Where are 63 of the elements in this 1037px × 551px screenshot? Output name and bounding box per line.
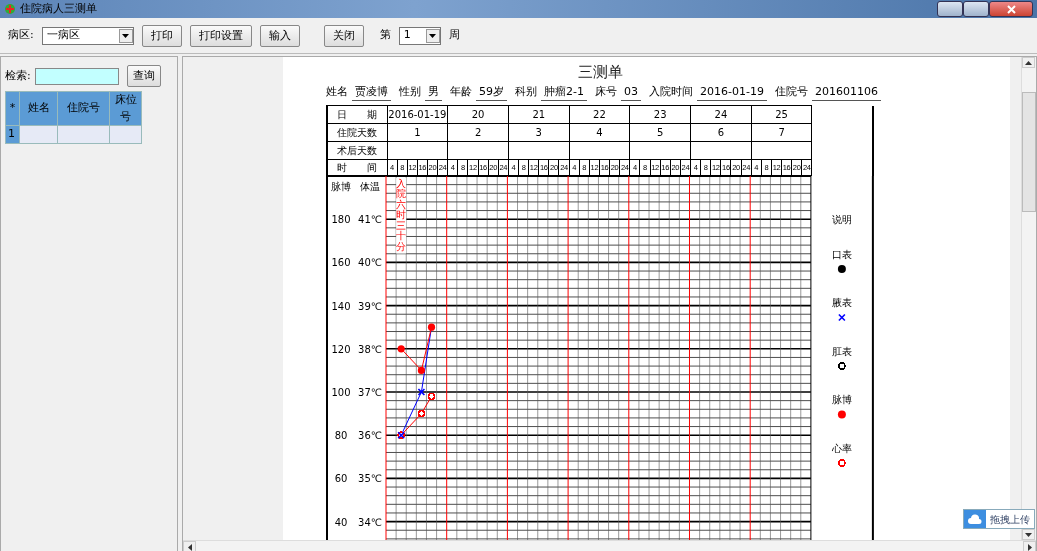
hospital-day-cell: 1 — [387, 123, 448, 142]
date-cell: 23 — [629, 105, 691, 124]
field-label: 住院号 — [774, 83, 808, 100]
field-label: 病区: — [8, 27, 34, 44]
pulse-tick-label: 140 — [331, 300, 351, 312]
field-value: 贾凌博 — [352, 83, 391, 101]
legend-label: 肛表 — [831, 346, 852, 357]
sheet-title: 三测单 — [577, 63, 623, 81]
temperature-tick-label: 38℃ — [358, 343, 382, 355]
temperature-tick-label: 39℃ — [358, 300, 382, 312]
temperature-tick-label: 41℃ — [358, 214, 382, 226]
window-title: 住院病人三测单 — [20, 0, 97, 17]
hospital-day-cell: 4 — [569, 123, 630, 142]
row-header: 住院天数 — [327, 123, 387, 142]
legend-title: 说明 — [831, 214, 852, 225]
field-value: 59岁 — [476, 83, 507, 101]
legend-label: 脉博 — [831, 394, 852, 406]
field-value: 03 — [620, 83, 641, 101]
date-cell: 24 — [690, 105, 752, 124]
upload-label: 拖拽上传 — [990, 512, 1030, 527]
pulse-tick-label: 40 — [334, 516, 348, 528]
field-label: 年龄 — [450, 83, 472, 100]
row-header: 术后天数 — [327, 141, 387, 160]
date-cell: 2016-01-19 — [387, 105, 448, 124]
row-header: 时 间 — [327, 159, 387, 176]
legend-label: 口表 — [831, 249, 852, 260]
date-cell: 22 — [569, 105, 630, 124]
row-header: 日 期 — [327, 105, 387, 124]
field-label: 入院时间 — [648, 83, 693, 100]
field-label: 性别 — [399, 83, 421, 100]
axis-title: 脉博 — [331, 181, 351, 192]
hospital-day-cell: 2 — [447, 123, 509, 142]
week-prefix-label: 第 — [379, 27, 391, 44]
legend-label: 心率 — [831, 443, 852, 454]
date-cell: 25 — [751, 105, 812, 124]
temperature-tick-label: 40℃ — [358, 257, 382, 269]
field-label: 姓名 — [326, 83, 348, 100]
annotation-text: 入院六时三十分 — [396, 178, 407, 252]
temperature-tick-label: 36℃ — [358, 430, 382, 442]
search-label: 检索: — [5, 67, 31, 84]
temperature-tick-label: 35℃ — [358, 473, 382, 485]
field-label: 科别 — [515, 83, 537, 100]
hospital-day-cell: 6 — [690, 123, 752, 142]
field-value: 男 — [425, 83, 442, 101]
field-value: 201601106 — [811, 83, 881, 101]
pulse-tick-label: 80 — [334, 430, 348, 442]
hospital-day-cell: 3 — [508, 123, 570, 142]
field-label: 床号 — [594, 83, 617, 100]
pulse-tick-label: 60 — [334, 473, 348, 485]
pulse-tick-label: 120 — [331, 343, 351, 355]
temperature-tick-label: 34℃ — [358, 516, 382, 528]
legend-label: 腋表 — [831, 297, 852, 309]
week-suffix-label: 周 — [448, 27, 460, 44]
pulse-tick-label: 100 — [331, 387, 351, 398]
pulse-tick-label: 180 — [331, 214, 351, 226]
pulse-tick-label: 160 — [331, 257, 351, 269]
date-cell: 21 — [508, 105, 570, 124]
field-value: 2016-01-19 — [696, 83, 767, 101]
hospital-day-cell: 5 — [629, 123, 691, 142]
axis-title: 体温 — [360, 181, 380, 192]
field-value: 肿瘤2-1 — [541, 83, 587, 101]
temperature-tick-label: 37℃ — [358, 387, 382, 398]
date-cell: 20 — [447, 105, 509, 124]
